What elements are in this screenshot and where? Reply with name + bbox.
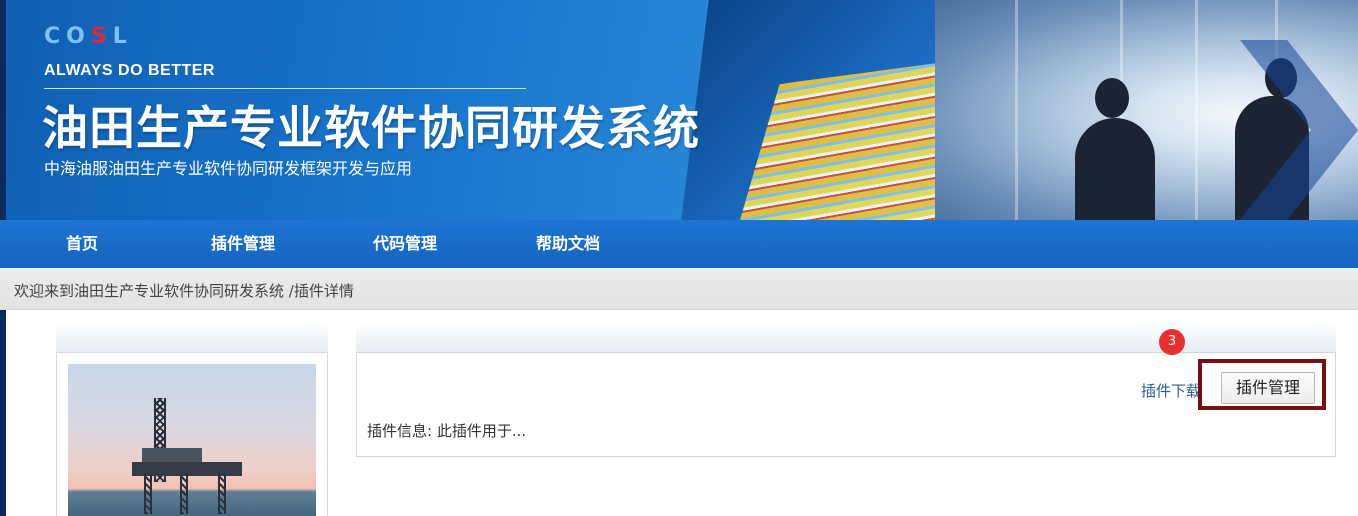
oil-rig-image <box>68 364 316 516</box>
plugin-info-text: 插件信息: 此插件用于... <box>367 422 527 440</box>
system-title: 油田生产专业软件协同研发系统 <box>42 101 700 155</box>
nav-item-help-docs[interactable]: 帮助文档 <box>536 220 600 268</box>
header-banner: COSL ALWAYS DO BETTER 油田生产专业软件协同研发系统 中海油… <box>0 0 1358 220</box>
plugin-manage-button[interactable]: 插件管理 <box>1221 372 1315 404</box>
breadcrumb-text: 欢迎来到油田生产专业软件协同研发系统 /插件详情 <box>14 282 354 300</box>
cosl-logo: COSL <box>44 24 133 49</box>
breadcrumb: 欢迎来到油田生产专业软件协同研发系统 /插件详情 <box>0 268 1358 310</box>
tagline-divider <box>44 88 526 89</box>
side-card-shadow <box>56 322 328 352</box>
system-subtitle: 中海油服油田生产专业软件协同研发框架开发与应用 <box>44 159 413 178</box>
nav-item-plugin-management[interactable]: 插件管理 <box>211 220 275 268</box>
tagline: ALWAYS DO BETTER <box>44 62 215 79</box>
plugin-detail-card <box>356 352 1336 457</box>
main-card-shadow <box>356 322 1336 352</box>
nav-item-code-management[interactable]: 代码管理 <box>373 220 437 268</box>
main-nav: 首页 插件管理 代码管理 帮助文档 <box>0 220 1358 268</box>
plugin-download-link[interactable]: 插件下载 <box>1141 380 1205 401</box>
step-number-badge: 3 <box>1159 329 1185 355</box>
nav-item-home[interactable]: 首页 <box>66 220 98 268</box>
